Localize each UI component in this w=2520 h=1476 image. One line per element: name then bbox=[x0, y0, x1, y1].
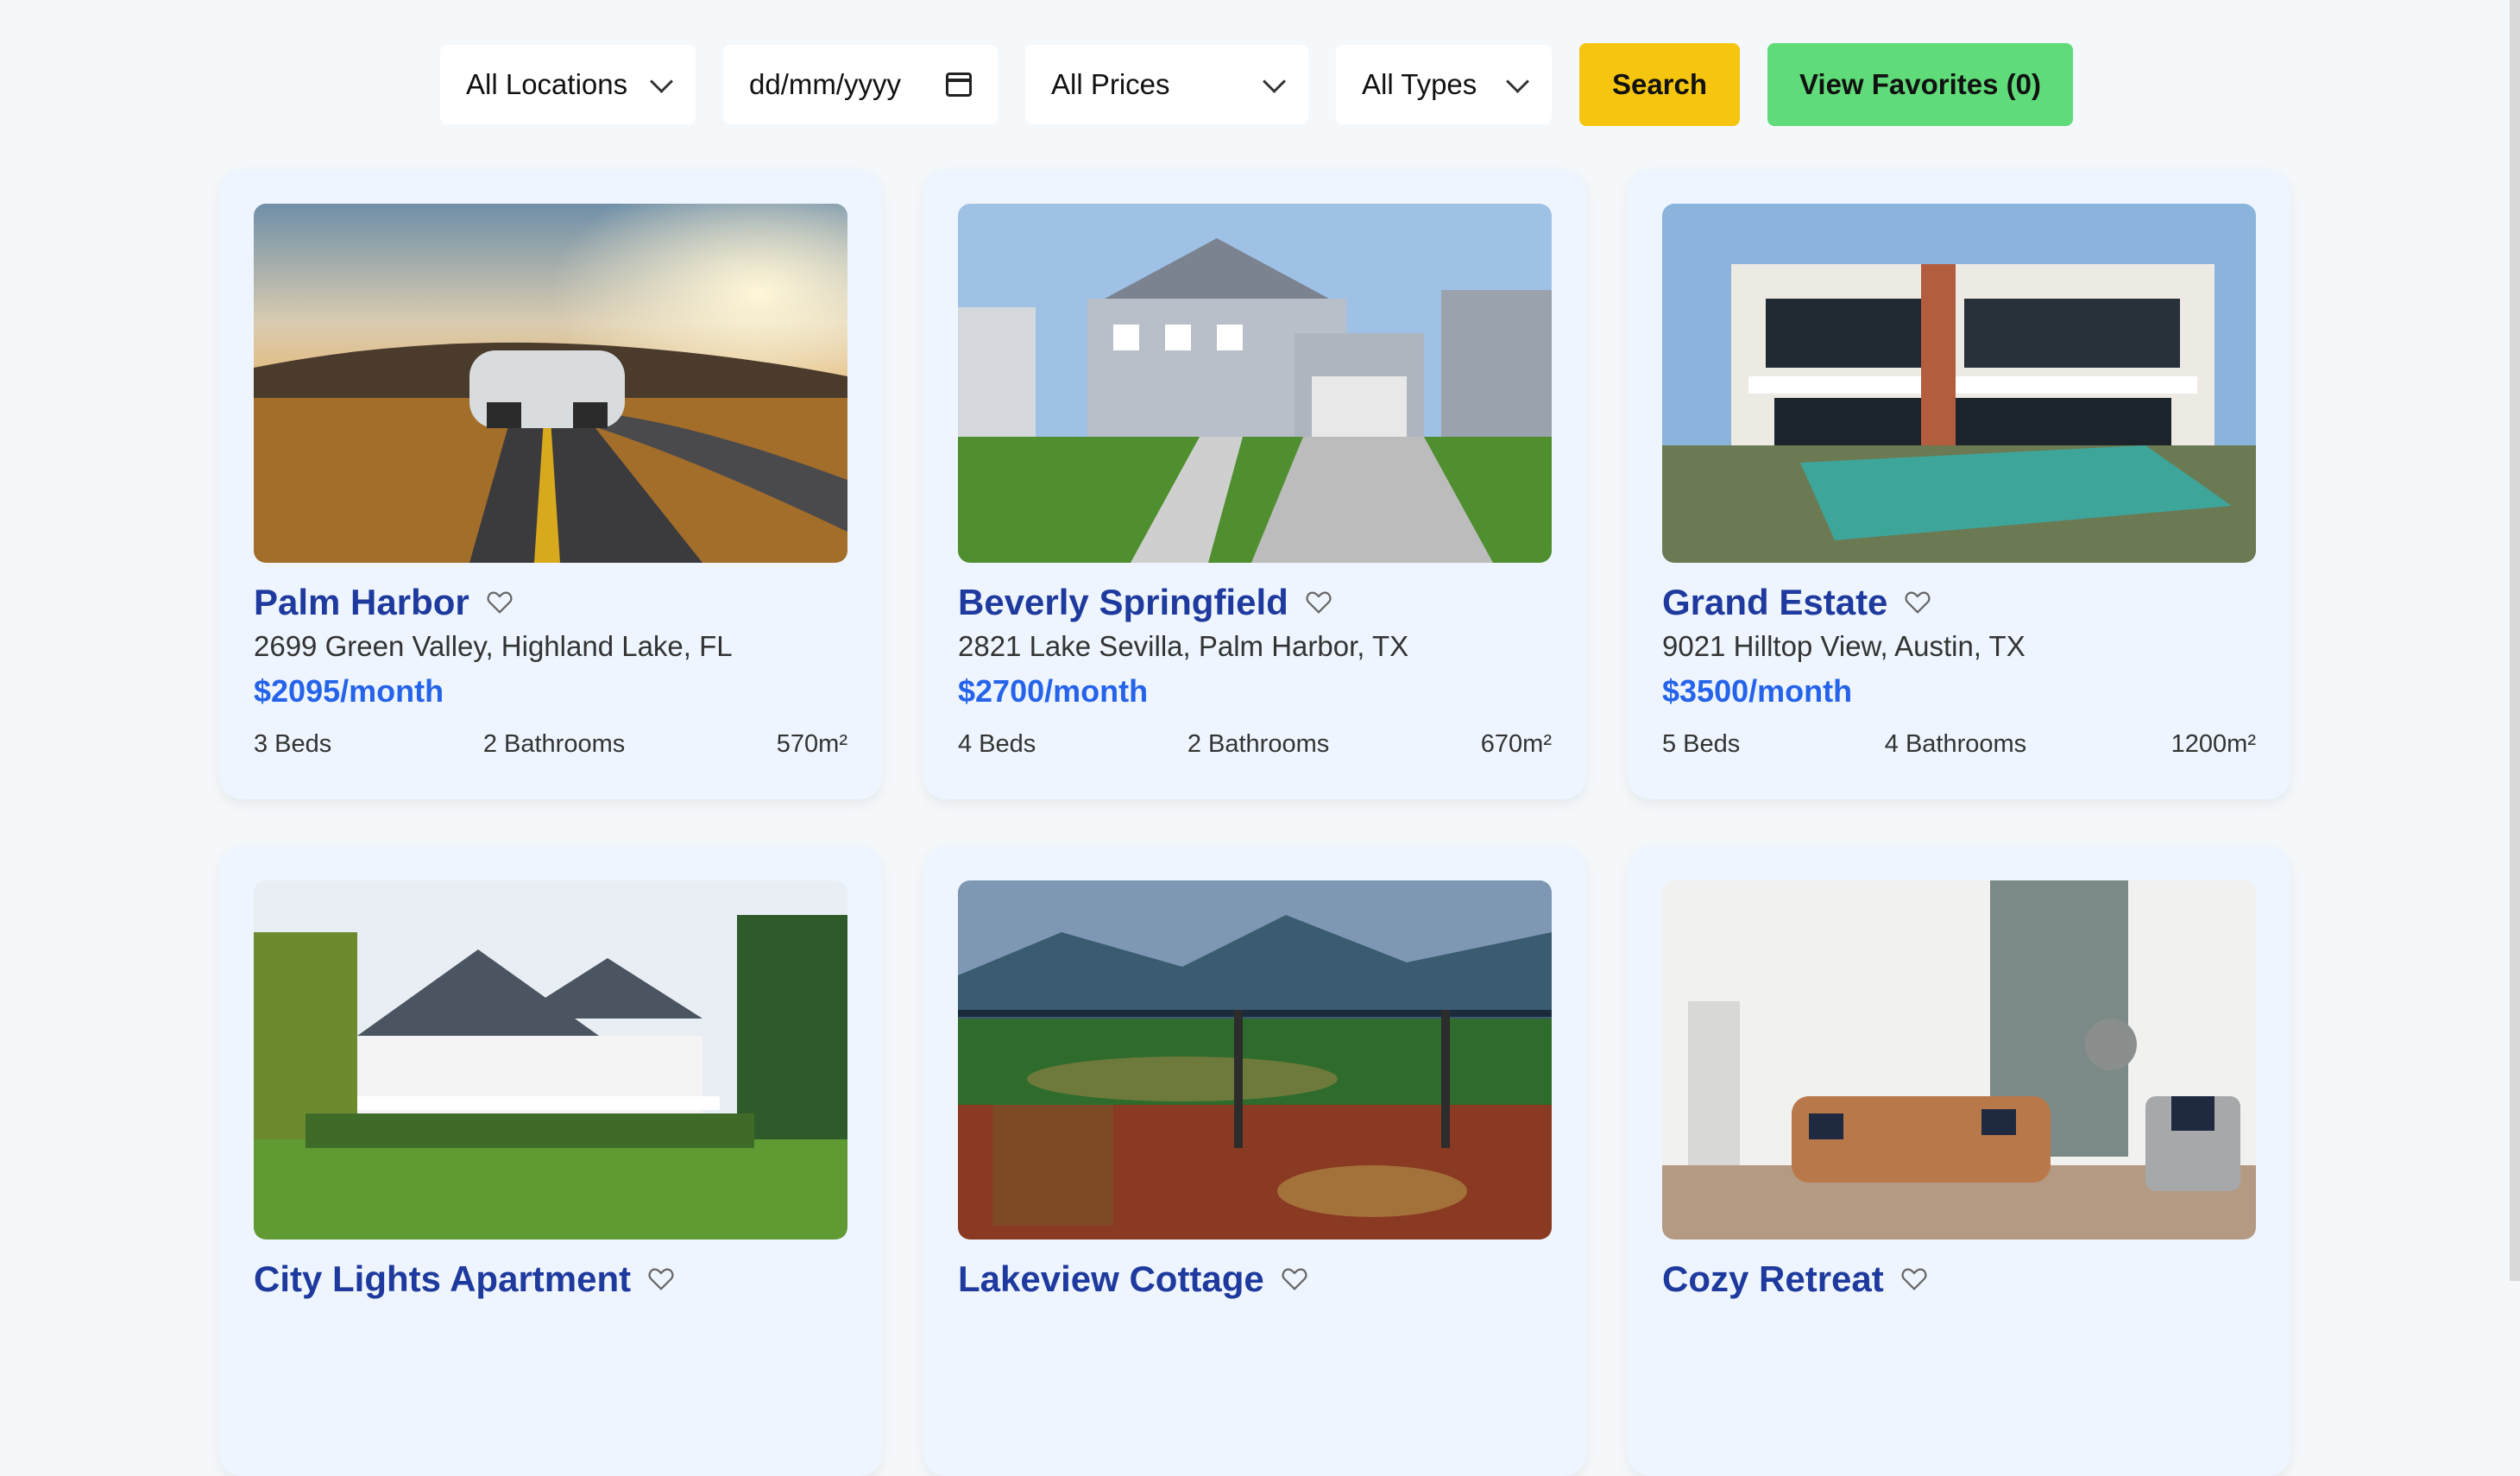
price-select-value: All Prices bbox=[1051, 68, 1170, 100]
chevron-down-icon bbox=[1506, 69, 1529, 93]
listing-photo[interactable] bbox=[958, 880, 1552, 1239]
listing-title-row: Lakeview Cottage bbox=[958, 1258, 1309, 1300]
location-select-value: All Locations bbox=[466, 68, 628, 100]
living-room-photo bbox=[1662, 880, 2256, 1239]
listing-title[interactable]: City Lights Apartment bbox=[254, 1258, 631, 1300]
listing-card[interactable]: Beverly Springfield 2821 Lake Sevilla, P… bbox=[923, 169, 1586, 799]
listing-title[interactable]: Lakeview Cottage bbox=[958, 1258, 1264, 1300]
heart-icon[interactable] bbox=[1304, 588, 1333, 617]
listing-title-row: Palm Harbor bbox=[254, 582, 514, 623]
listing-photo[interactable] bbox=[958, 204, 1552, 563]
listing-price: $3500/month bbox=[1662, 673, 1853, 709]
calendar-icon[interactable] bbox=[946, 73, 972, 97]
listing-title[interactable]: Palm Harbor bbox=[254, 582, 469, 623]
listing-card[interactable]: Cozy Retreat bbox=[1628, 846, 2290, 1476]
view-favorites-button[interactable]: View Favorites (0) bbox=[1767, 43, 2073, 126]
listing-photo[interactable] bbox=[254, 204, 847, 563]
listing-photo[interactable] bbox=[1662, 880, 2256, 1239]
listing-card[interactable]: Palm Harbor 2699 Green Valley, Highland … bbox=[219, 169, 882, 799]
date-input[interactable]: dd/mm/yyyy bbox=[723, 45, 998, 124]
modern-villa-photo bbox=[1662, 204, 2256, 563]
listing-price: $2700/month bbox=[958, 673, 1149, 709]
listing-title[interactable]: Grand Estate bbox=[1662, 582, 1887, 623]
listing-photo[interactable] bbox=[254, 880, 847, 1239]
date-input-placeholder: dd/mm/yyyy bbox=[749, 68, 902, 100]
listing-area: 570m² bbox=[776, 730, 847, 758]
car-road-photo bbox=[254, 204, 847, 563]
listing-address: 2821 Lake Sevilla, Palm Harbor, TX bbox=[958, 630, 1409, 662]
listing-title-row: Cozy Retreat bbox=[1662, 1258, 1929, 1300]
listing-beds: 4 Beds bbox=[958, 730, 1036, 758]
listing-title[interactable]: Beverly Springfield bbox=[958, 582, 1288, 623]
listing-address: 2699 Green Valley, Highland Lake, FL bbox=[254, 630, 733, 662]
heart-icon[interactable] bbox=[1903, 588, 1932, 617]
heart-icon[interactable] bbox=[1280, 1265, 1309, 1294]
listing-card[interactable]: Grand Estate 9021 Hilltop View, Austin, … bbox=[1628, 169, 2290, 799]
listing-stats: 3 Beds 2 Bathrooms 570m² bbox=[254, 730, 847, 759]
listing-title-row: City Lights Apartment bbox=[254, 1258, 676, 1300]
listing-stats: 4 Beds 2 Bathrooms 670m² bbox=[958, 730, 1552, 759]
listing-photo[interactable] bbox=[1662, 204, 2256, 563]
listing-baths: 2 Bathrooms bbox=[1187, 730, 1330, 758]
chevron-down-icon bbox=[650, 69, 673, 93]
type-select-value: All Types bbox=[1362, 68, 1477, 100]
listing-title-row: Grand Estate bbox=[1662, 582, 1932, 623]
listing-title-row: Beverly Springfield bbox=[958, 582, 1333, 623]
listing-baths: 2 Bathrooms bbox=[482, 730, 626, 758]
listing-baths: 4 Bathrooms bbox=[1884, 730, 2027, 758]
heart-icon[interactable] bbox=[646, 1265, 676, 1294]
listing-address: 9021 Hilltop View, Austin, TX bbox=[1662, 630, 2025, 662]
listing-price: $2095/month bbox=[254, 673, 444, 709]
type-select[interactable]: All Types bbox=[1336, 45, 1552, 124]
suburban-house-photo bbox=[958, 204, 1552, 563]
listing-beds: 3 Beds bbox=[254, 730, 332, 758]
search-button[interactable]: Search bbox=[1579, 43, 1740, 126]
heart-icon[interactable] bbox=[485, 588, 514, 617]
chevron-down-icon bbox=[1263, 69, 1286, 93]
listing-title[interactable]: Cozy Retreat bbox=[1662, 1258, 1884, 1300]
cottage-house-photo bbox=[254, 880, 847, 1239]
listing-area: 670m² bbox=[1480, 730, 1552, 758]
heart-icon[interactable] bbox=[1899, 1265, 1929, 1294]
listing-card[interactable]: City Lights Apartment bbox=[219, 846, 882, 1476]
price-select[interactable]: All Prices bbox=[1025, 45, 1308, 124]
lake-balcony-photo bbox=[958, 880, 1552, 1239]
location-select[interactable]: All Locations bbox=[440, 45, 696, 124]
filter-bar: All Locations dd/mm/yyyy All Prices All … bbox=[440, 43, 2073, 126]
listing-area: 1200m² bbox=[2170, 730, 2256, 758]
scrollbar[interactable] bbox=[2510, 0, 2520, 1281]
listing-stats: 5 Beds 4 Bathrooms 1200m² bbox=[1662, 730, 2256, 759]
listing-beds: 5 Beds bbox=[1662, 730, 1741, 758]
listing-card[interactable]: Lakeview Cottage bbox=[923, 846, 1586, 1476]
